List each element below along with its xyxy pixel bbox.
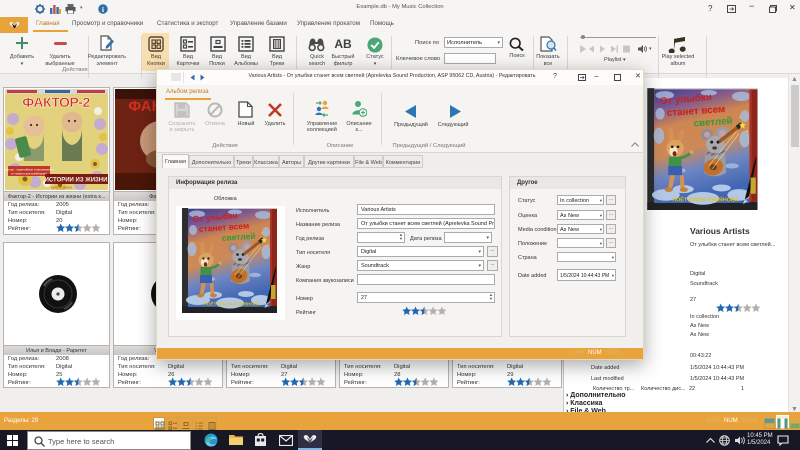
svg-text:ИСТОРИИ ИЗ ЖИЗНИ: ИСТОРИИ ИЗ ЖИЗНИ (45, 178, 108, 184)
svg-text:купить диски: купить диски (51, 186, 72, 190)
svg-text:ФАКТОР-2: ФАКТОР-2 (22, 94, 90, 110)
svg-text:от тревоги для комбинаций: от тревоги для комбинаций (11, 172, 47, 176)
